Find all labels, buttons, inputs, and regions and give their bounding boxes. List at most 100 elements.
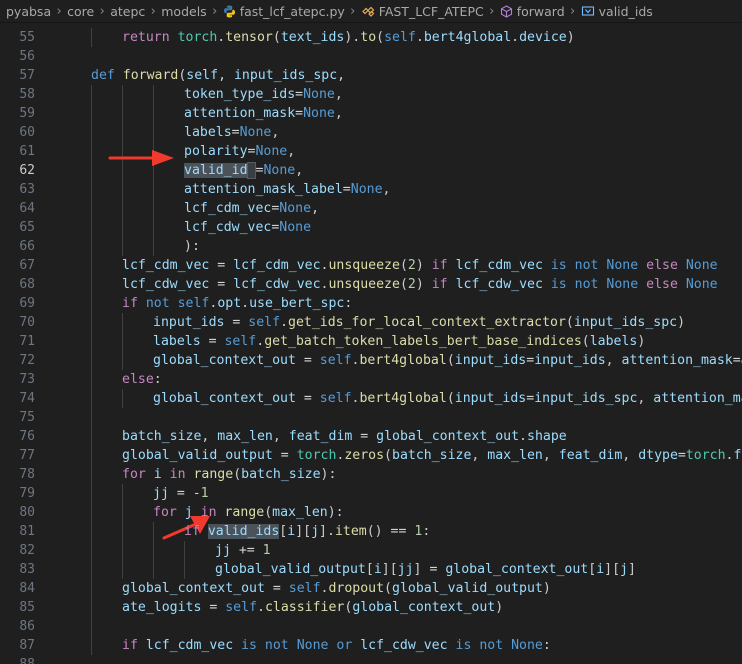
code-token: batch_size xyxy=(392,448,472,463)
code-line[interactable]: 62 valid_id =None, xyxy=(0,161,742,180)
code-line[interactable]: 82 jj += 1 xyxy=(0,541,742,560)
code-token: is not None xyxy=(447,638,543,653)
line-number: 69 xyxy=(19,296,35,311)
breadcrumb-separator: › xyxy=(570,3,576,19)
code-line[interactable]: 59 attention_mask=None, xyxy=(0,104,742,123)
code-token: use_bert_spc xyxy=(249,296,345,311)
code-token: i xyxy=(596,562,605,577)
code-text: global_context_out = self.bert4global(in… xyxy=(153,351,742,370)
code-line[interactable]: 66): xyxy=(0,237,742,256)
code-text: def forward(self, input_ids_spc, xyxy=(91,66,345,85)
code-token: i xyxy=(287,524,296,539)
code-line[interactable]: 60 labels=None, xyxy=(0,123,742,142)
code-token: ( xyxy=(272,30,281,45)
code-line[interactable]: 63 attention_mask_label=None, xyxy=(0,180,742,199)
breadcrumb-item-atepc[interactable]: atepc xyxy=(109,0,146,22)
code-line[interactable]: 71 labels = self.get_batch_token_labels_b… xyxy=(0,332,742,351)
line-number: 61 xyxy=(19,144,35,159)
code-token: . xyxy=(280,315,289,330)
code-token: : xyxy=(344,296,353,311)
code-token: self xyxy=(224,334,257,349)
code-token: global_context_out xyxy=(445,562,589,577)
code-token: ( xyxy=(446,353,455,368)
code-line[interactable]: 65 lcf_cdw_vec=None xyxy=(0,218,742,237)
code-token: not xyxy=(145,296,178,311)
code-token: bert4global xyxy=(359,353,447,368)
code-line[interactable]: 70 input_ids = self.get_ids_for_local_con… xyxy=(0,313,742,332)
code-token: torch xyxy=(685,448,726,463)
code-line[interactable]: 55 return torch.tensor(text_ids).to(self.… xyxy=(0,28,742,47)
breadcrumb-label: FAST_LCF_ATEPC xyxy=(378,3,484,19)
code-token: = xyxy=(295,106,304,121)
code-line[interactable]: 78 for i in range(batch_size): xyxy=(0,465,742,484)
code-token: if xyxy=(122,296,146,311)
code-line[interactable]: 69 if not self.opt.use_bert_spc: xyxy=(0,294,742,313)
code-line[interactable]: 56 xyxy=(0,47,742,66)
code-token: ] xyxy=(413,562,422,577)
breadcrumb-item-models[interactable]: models xyxy=(160,0,207,22)
breadcrumb-label: models xyxy=(161,3,207,19)
breadcrumb-item-forward[interactable]: forward xyxy=(499,0,566,22)
code-token: ) xyxy=(542,581,551,596)
line-number: 84 xyxy=(19,581,35,596)
code-line[interactable]: 58 token_type_ids=None, xyxy=(0,85,742,104)
code-line[interactable]: 57 def forward(self, input_ids_spc, xyxy=(0,66,742,85)
code-line[interactable]: 85 ate_logits = self.classifier(global_co… xyxy=(0,598,742,617)
code-text: if valid_ids[i][j].item() == 1: xyxy=(184,522,430,541)
code-line[interactable]: 77 global_valid_output = torch. zeros(batc… xyxy=(0,446,742,465)
breadcrumb-separator: › xyxy=(489,3,495,19)
code-line[interactable]: 86 xyxy=(0,617,742,636)
code-token: , xyxy=(311,201,320,216)
breadcrumb-item-valid-ids[interactable]: valid_ids xyxy=(580,0,654,22)
code-text: token_type_ids=None, xyxy=(184,85,343,104)
code-token: None xyxy=(303,87,335,102)
code-token: batch_size xyxy=(241,467,321,482)
code-token: is not None xyxy=(542,277,647,292)
breadcrumb-item-core[interactable]: core xyxy=(66,0,95,22)
code-line[interactable]: 79 jj = -1 xyxy=(0,484,742,503)
code-token: input_ids xyxy=(454,353,527,368)
code-token: 2 xyxy=(407,277,416,292)
line-number: 86 xyxy=(19,619,35,634)
code-line[interactable]: 74 global_context_out = self.bert4global(… xyxy=(0,389,742,408)
code-line[interactable]: 88 xyxy=(0,655,742,664)
code-token: feat_dim xyxy=(288,429,353,444)
code-token: = xyxy=(295,391,320,406)
code-token: ( xyxy=(384,448,392,463)
code-token: 1 xyxy=(262,543,271,558)
breadcrumb-item-fast-lcf-atepc-py[interactable]: fast_lcf_atepc.py xyxy=(222,0,346,22)
code-line[interactable]: 67 lcf_cdm_vec = lcf_cdm_vec.unsqueeze(2)… xyxy=(0,256,742,275)
code-editor[interactable]: 55 return torch.tensor(text_ids).to(self.… xyxy=(0,22,742,664)
code-line[interactable]: 75 xyxy=(0,408,742,427)
code-token: bert4global xyxy=(423,30,512,45)
code-token: , xyxy=(334,87,343,102)
breadcrumb-separator: › xyxy=(99,3,105,19)
code-token: valid_id xyxy=(184,163,248,178)
line-number: 65 xyxy=(19,220,35,235)
code-line[interactable]: 72 global_context_out = self.bert4global(… xyxy=(0,351,742,370)
code-line[interactable]: 81 if valid_ids[i][j].item() == 1: xyxy=(0,522,742,541)
code-line[interactable]: 80 for j in range(max_len): xyxy=(0,503,742,522)
breadcrumb-item-fast-lcf-atepc[interactable]: FAST_LCF_ATEPC xyxy=(360,0,485,22)
code-text: lcf_cdw_vec=None xyxy=(184,218,311,237)
code-token: device xyxy=(519,30,567,45)
code-token: . xyxy=(256,334,265,349)
line-number: 75 xyxy=(19,410,35,425)
code-line[interactable]: 61 polarity=None, xyxy=(0,142,742,161)
line-number: 66 xyxy=(19,239,35,254)
code-line[interactable]: 87 if lcf_cdm_vec is not None or lcf_cdw_… xyxy=(0,636,742,655)
line-number: 83 xyxy=(19,562,35,577)
code-line[interactable]: 76 batch_size, max_len, feat_dim = global… xyxy=(0,427,742,446)
code-line[interactable]: 68 lcf_cdw_vec = lcf_cdw_vec.unsqueeze(2)… xyxy=(0,275,742,294)
code-line[interactable]: 73 else: xyxy=(0,370,742,389)
code-line[interactable]: 83 global_valid_output[i][jj] = global_co… xyxy=(0,560,742,579)
line-number: 88 xyxy=(0,655,35,664)
line-number: 68 xyxy=(19,277,35,292)
code-token: lcf_cdm_vec xyxy=(145,638,234,653)
code-line[interactable]: 64 lcf_cdm_vec=None, xyxy=(0,199,742,218)
code-token: 2 xyxy=(407,258,416,273)
code-line[interactable]: 84 global_context_out = self.dropout(glob… xyxy=(0,579,742,598)
code-token: i xyxy=(373,562,382,577)
breadcrumb-item-pyabsa[interactable]: pyabsa xyxy=(0,0,52,22)
code-text: global_valid_output = torch. zeros(batch_… xyxy=(122,446,742,465)
